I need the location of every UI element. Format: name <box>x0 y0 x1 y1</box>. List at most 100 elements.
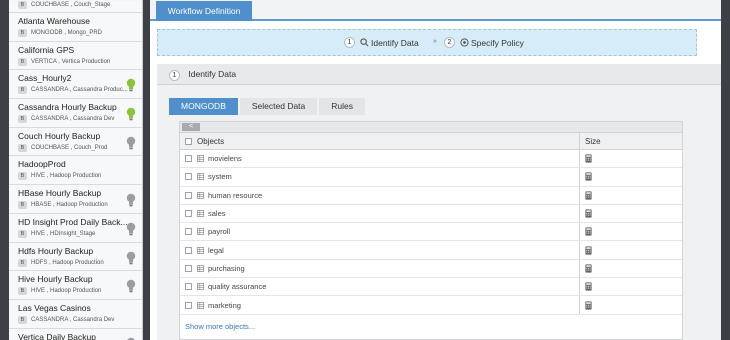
lightbulb-icon[interactable] <box>126 107 136 121</box>
lightbulb-icon[interactable] <box>126 136 136 150</box>
step-label: Identify Data <box>371 37 419 48</box>
calculator-icon[interactable] <box>585 300 592 310</box>
table-row[interactable]: movielens <box>180 150 682 169</box>
workflow-name: Hdfs Hourly Backup <box>18 245 94 256</box>
calculator-icon[interactable] <box>585 154 592 163</box>
calculator-icon[interactable] <box>585 191 592 200</box>
calculator-icon[interactable] <box>585 282 592 291</box>
workflow-list-item[interactable]: Vertica Daily Backup <box>9 328 142 340</box>
size-cell <box>579 168 592 186</box>
workflow-source-text: HDFS , Hadoop Production <box>31 259 104 266</box>
workflow-source: B CASSANDRA , Cassandra Dev <box>18 315 142 324</box>
calculator-icon[interactable] <box>585 209 592 218</box>
section-header: 1 Identify Data <box>157 64 721 85</box>
workflow-source-text: HIVE , Hadoop Production <box>31 288 102 295</box>
tab-mongodb[interactable]: MONGODB <box>169 98 238 115</box>
workflow-type-badge: B <box>18 172 27 181</box>
calculator-icon[interactable] <box>585 227 592 236</box>
workflow-name: Cass_Hourly2 <box>18 73 72 84</box>
workflow-list-item[interactable]: B COUCHBASE , Couch_Stage <box>9 1 142 13</box>
object-name: movielens <box>208 154 242 164</box>
workflow-name: Vertica Daily Backup <box>18 331 96 340</box>
row-checkbox[interactable] <box>185 228 192 236</box>
calculator-icon[interactable] <box>585 172 592 182</box>
table-row[interactable]: system <box>180 168 682 187</box>
lightbulb-icon[interactable] <box>126 222 136 236</box>
row-checkbox[interactable] <box>185 191 192 199</box>
workflow-name: Hive Hourly Backup <box>18 274 93 285</box>
step-number: 1 <box>344 37 355 48</box>
collection-icon <box>197 301 204 309</box>
workflow-source-text: HIVE , HDInsight_Stage <box>31 230 96 237</box>
table-row[interactable]: marketing <box>180 296 682 315</box>
tab-workflow-definition[interactable]: Workflow Definition <box>156 1 252 21</box>
step-identify-data[interactable]: 1 Identify Data <box>344 37 419 48</box>
workflow-type-badge: B <box>18 29 27 37</box>
collection-icon <box>197 191 204 199</box>
workflow-source-text: HBASE , Hadoop Production <box>31 202 108 209</box>
row-checkbox[interactable] <box>185 246 192 254</box>
size-cell <box>579 278 592 296</box>
workflow-source: B HIVE , Hadoop Production <box>18 287 142 296</box>
row-checkbox[interactable] <box>185 283 192 291</box>
size-cell <box>579 259 592 278</box>
object-name: payroll <box>208 227 231 237</box>
object-name: quality assurance <box>208 282 267 292</box>
row-checkbox[interactable] <box>185 210 192 218</box>
workflow-list-item[interactable]: Cass_Hourly2 B CASSANDRA , Cassandra Produ… <box>9 70 142 100</box>
wizard-steps: 1 Identify Data » 2 Specify Policy <box>157 29 697 56</box>
horizontal-scrollbar[interactable]: < <box>180 122 682 133</box>
collection-icon <box>197 210 204 217</box>
table-row[interactable]: payroll <box>180 223 682 242</box>
lightbulb-icon[interactable] <box>126 251 136 265</box>
workflow-name: Couch Hourly Backup <box>18 130 101 141</box>
workflow-list-item[interactable]: HD Insight Prod Daily Back... B HIVE , HDI… <box>9 213 142 243</box>
workflow-source: B CASSANDRA , Cassandra Produc... <box>18 86 142 95</box>
lightbulb-icon[interactable] <box>126 279 136 293</box>
size-cell <box>579 296 592 314</box>
lightbulb-icon[interactable] <box>126 78 136 92</box>
workflow-list-item[interactable]: Atlanta Warehouse B MONGODB , Mongo_PRD <box>9 13 142 42</box>
table-row[interactable]: legal <box>180 241 682 260</box>
row-checkbox[interactable] <box>185 301 192 309</box>
workflow-source-text: COUCHBASE , Couch_Prod <box>31 144 108 151</box>
workflow-type-badge: B <box>18 1 27 9</box>
workflow-source-text: CASSANDRA , Cassandra Produc... <box>31 87 128 94</box>
row-checkbox[interactable] <box>185 173 192 181</box>
workflow-type-badge: B <box>18 201 27 210</box>
workflow-name: HadoopProd <box>18 159 66 170</box>
tab-selected-data[interactable]: Selected Data <box>239 98 318 115</box>
table-row[interactable]: human resource <box>180 186 682 205</box>
workflow-source: B MONGODB , Mongo_PRD <box>18 29 142 37</box>
table-row[interactable]: purchasing <box>180 259 682 279</box>
table-row[interactable]: quality assurance <box>180 278 682 297</box>
workflow-source: B HDFS , Hadoop Production <box>18 258 142 267</box>
workflow-list-item[interactable]: HBase Hourly Backup B HBASE , Hadoop Produ… <box>9 185 142 214</box>
table-row[interactable]: sales <box>180 204 682 224</box>
workflow-list-item[interactable]: HadoopProd B HIVE , Hadoop Production <box>9 156 142 186</box>
calculator-icon[interactable] <box>585 264 592 273</box>
workflow-source: B HBASE , Hadoop Production <box>18 201 142 210</box>
workflow-list-item[interactable]: Hdfs Hourly Backup B HDFS , Hadoop Product… <box>9 242 142 272</box>
workflow-type-badge: B <box>18 143 27 152</box>
workflow-list-item[interactable]: California GPS B VERTICA , Vertica Product… <box>9 41 142 71</box>
lightbulb-icon[interactable] <box>126 337 136 340</box>
calculator-icon[interactable] <box>585 246 592 255</box>
workflow-list-item[interactable]: Las Vegas Casinos B CASSANDRA , Cassandra … <box>9 299 142 329</box>
object-name: legal <box>208 245 224 255</box>
workflow-list-item[interactable]: Cassandra Hourly Backup B CASSANDRA , Cass… <box>9 99 142 128</box>
show-more-link[interactable]: Show more objects... <box>180 315 682 331</box>
row-checkbox[interactable] <box>185 155 192 163</box>
lightbulb-icon[interactable] <box>126 193 136 207</box>
workflow-source-text: HIVE , Hadoop Production <box>31 173 102 180</box>
tab-rules[interactable]: Rules <box>319 98 366 115</box>
row-checkbox[interactable] <box>185 264 192 272</box>
workflow-source: B VERTICA , Vertica Production <box>18 57 142 66</box>
step-specify-policy[interactable]: 2 Specify Policy <box>444 37 524 48</box>
workflow-list-item[interactable]: Couch Hourly Backup B COUCHBASE , Couch_Pr… <box>9 127 142 157</box>
select-all-checkbox[interactable] <box>185 137 192 145</box>
workflow-list-item[interactable]: Hive Hourly Backup B HIVE , Hadoop Product… <box>9 271 142 300</box>
objects-table: < Objects Size movielens system human re… <box>179 121 683 340</box>
scroll-left-button[interactable]: < <box>182 123 200 131</box>
tab-strip: Workflow Definition <box>150 0 721 21</box>
